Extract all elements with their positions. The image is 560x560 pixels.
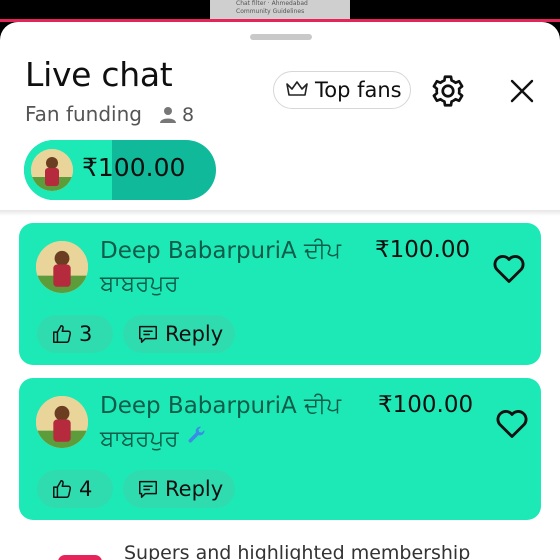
top-fans-button[interactable]: Top fans <box>273 71 411 109</box>
video-caption: Chat filter · Ahmedabad <box>236 0 308 7</box>
super-chat-amount: ₹100.00 <box>378 392 474 418</box>
funding-amount: ₹100.00 <box>82 153 186 182</box>
author-name[interactable]: Deep BabarpuriA ਦੀਪ ਬਾਬਰਪੁਰ <box>100 390 370 456</box>
header-divider <box>0 210 560 216</box>
reply-label: Reply <box>165 322 224 346</box>
live-chat-panel: Live chat Fan funding 8 Top fans ₹100.00… <box>0 22 560 560</box>
author-name[interactable]: Deep BabarpuriA ਦੀਪ ਬਾਬਰਪੁਰ <box>100 235 370 301</box>
like-count: 3 <box>79 322 93 346</box>
top-fans-label: Top fans <box>315 78 402 102</box>
super-chat-card: Deep BabarpuriA ਦੀਪ ਬਾਬਰਪੁਰ ₹100.00 4 Re… <box>19 378 541 520</box>
crown-icon <box>285 79 309 101</box>
person-icon <box>160 106 176 124</box>
subtitle: Fan funding <box>25 102 142 126</box>
fan-funding-pill[interactable]: ₹100.00 <box>24 140 216 200</box>
viewer-count: 8 <box>160 104 194 126</box>
video-strip: Chat filter · Ahmedabad Community Guidel… <box>0 0 560 22</box>
like-count: 4 <box>79 477 93 501</box>
avatar[interactable] <box>36 396 88 448</box>
avatar <box>31 149 73 191</box>
video-thumbnail[interactable]: Chat filter · Ahmedabad Community Guidel… <box>210 0 350 20</box>
close-icon[interactable] <box>508 77 536 105</box>
membership-badge <box>58 555 102 560</box>
super-chat-card: Deep BabarpuriA ਦੀਪ ਬਾਬਰਪੁਰ ₹100.00 3 Re… <box>19 223 541 365</box>
thumbs-up-icon <box>51 323 73 345</box>
heart-icon[interactable] <box>493 404 531 442</box>
author-name-text: Deep BabarpuriA ਦੀਪ ਬਾਬਰਪੁਰ <box>100 393 341 452</box>
reply-button[interactable]: Reply <box>123 470 235 508</box>
super-chat-amount: ₹100.00 <box>375 237 471 263</box>
page-title: Live chat <box>25 55 173 94</box>
like-button[interactable]: 4 <box>37 470 113 508</box>
gear-icon[interactable] <box>430 73 466 109</box>
reply-button[interactable]: Reply <box>123 315 235 353</box>
viewer-count-value: 8 <box>182 104 195 126</box>
wrench-icon <box>186 423 208 456</box>
reply-label: Reply <box>165 477 224 501</box>
thumbs-up-icon <box>51 478 73 500</box>
reply-icon <box>137 323 159 345</box>
drag-handle[interactable] <box>250 34 312 40</box>
like-button[interactable]: 3 <box>37 315 113 353</box>
footer-text: Supers and highlighted membership <box>124 542 471 560</box>
avatar[interactable] <box>36 241 88 293</box>
video-caption-2: Community Guidelines <box>236 8 305 15</box>
heart-icon[interactable] <box>490 249 528 287</box>
reply-icon <box>137 478 159 500</box>
